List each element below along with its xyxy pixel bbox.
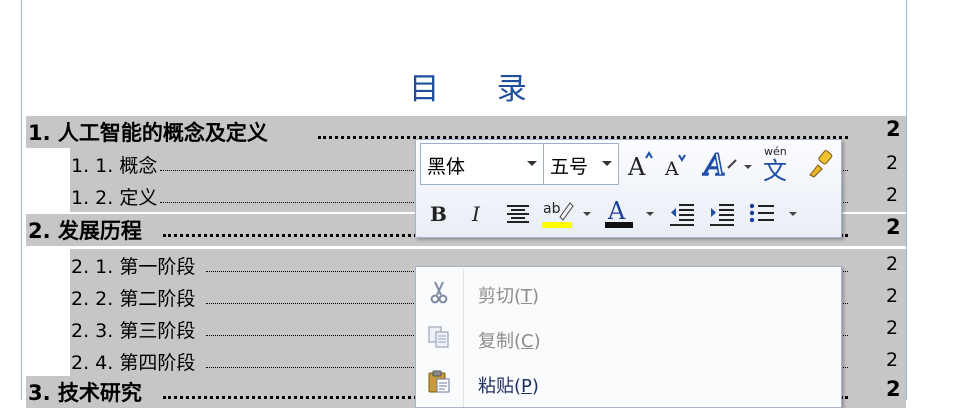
- toc-entry-label: 2. 发展历程: [28, 219, 142, 243]
- svg-text:文: 文: [763, 157, 787, 182]
- toc-page-number: 2: [886, 377, 901, 401]
- scissors-icon: [426, 280, 452, 304]
- chevron-down-icon[interactable]: [646, 212, 654, 216]
- align-center-icon[interactable]: [504, 198, 532, 228]
- toc-page-number: 2: [886, 317, 899, 339]
- chevron-down-icon[interactable]: [789, 212, 797, 216]
- toc-entry-label: 2. 3. 第三阶段: [71, 320, 196, 342]
- toc-entry-label: 3. 技术研究: [28, 381, 142, 405]
- svg-text:A: A: [664, 158, 679, 180]
- toc-entry-label: 2. 1. 第一阶段: [71, 256, 196, 278]
- toc-page-number: 2: [886, 349, 899, 371]
- menu-item-label: 粘贴(P): [478, 376, 539, 397]
- bold-icon[interactable]: B: [424, 198, 450, 228]
- toc-page-number: 2: [886, 253, 899, 275]
- menu-item-cut[interactable]: 剪切(T): [416, 270, 841, 314]
- mini-toolbar: 黑体 五号 A A A wén 文 B I ab A: [415, 139, 842, 238]
- italic-icon[interactable]: I: [464, 198, 490, 228]
- bullets-icon[interactable]: [747, 198, 777, 228]
- menu-item-paste[interactable]: 粘贴(P): [416, 360, 841, 404]
- toc-entry-label: 1. 2. 定义: [71, 187, 158, 209]
- toc-page-number: 2: [886, 215, 901, 239]
- grow-font-icon[interactable]: A: [625, 148, 655, 180]
- font-color-icon[interactable]: A: [602, 195, 636, 231]
- svg-text:ab: ab: [543, 201, 561, 217]
- context-menu: 剪切(T) 复制(C) 粘贴(P): [415, 266, 842, 408]
- svg-text:A: A: [607, 197, 626, 225]
- menu-item-label: 剪切(T): [478, 286, 540, 307]
- chevron-down-icon[interactable]: [744, 165, 752, 169]
- svg-text:B: B: [430, 202, 447, 226]
- text-effects-icon[interactable]: A: [702, 146, 742, 180]
- chevron-down-icon[interactable]: [527, 161, 537, 166]
- font-size-value: 五号: [550, 156, 589, 178]
- svg-text:I: I: [471, 202, 481, 226]
- font-name-combo[interactable]: 黑体: [420, 143, 544, 185]
- highlight-icon[interactable]: ab: [540, 195, 576, 231]
- format-painter-icon[interactable]: [804, 148, 836, 180]
- toc-entry-label: 2. 4. 第四阶段: [71, 352, 196, 374]
- toc-entry-label: 2. 2. 第二阶段: [71, 288, 196, 310]
- toc-page-number: 2: [886, 285, 899, 307]
- menu-item-copy[interactable]: 复制(C): [416, 315, 841, 359]
- decrease-indent-icon[interactable]: [667, 198, 697, 228]
- svg-text:A: A: [627, 153, 646, 180]
- toc-page-number: 2: [886, 117, 901, 141]
- toc-page-number: 2: [886, 152, 899, 174]
- toc-title: 目 录: [409, 72, 551, 107]
- increase-indent-icon[interactable]: [707, 198, 737, 228]
- shrink-font-icon[interactable]: A: [660, 148, 690, 180]
- toc-entry-label: 1. 1. 概念: [71, 155, 158, 177]
- svg-text:A: A: [702, 148, 726, 180]
- page-border-right: [906, 0, 907, 400]
- chevron-down-icon[interactable]: [602, 161, 612, 166]
- toc-entry-label: 1. 人工智能的概念及定义: [28, 121, 268, 145]
- phonetic-guide-icon[interactable]: wén 文: [760, 144, 798, 182]
- font-size-combo[interactable]: 五号: [543, 143, 619, 185]
- paste-icon: [426, 370, 452, 394]
- chevron-down-icon[interactable]: [583, 212, 591, 216]
- toc-page-number: 2: [886, 184, 899, 206]
- menu-item-label: 复制(C): [478, 331, 541, 352]
- font-name-value: 黑体: [427, 156, 466, 178]
- copy-icon: [426, 325, 452, 349]
